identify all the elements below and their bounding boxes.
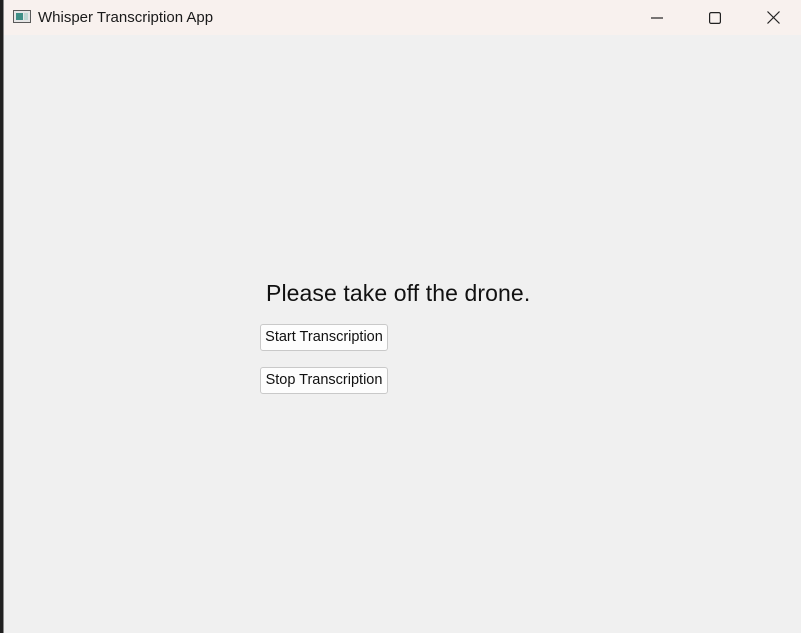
window-title: Whisper Transcription App bbox=[38, 9, 214, 26]
minimize-icon bbox=[651, 12, 663, 24]
start-transcription-button[interactable]: Start Transcription bbox=[260, 324, 388, 351]
app-window: Whisper Transcription App Please take of… bbox=[3, 0, 801, 633]
stop-transcription-button[interactable]: Stop Transcription bbox=[260, 367, 388, 394]
app-window-icon bbox=[13, 10, 31, 23]
close-button[interactable] bbox=[744, 0, 801, 35]
maximize-button[interactable] bbox=[686, 0, 744, 35]
minimize-button[interactable] bbox=[628, 0, 686, 35]
title-bar[interactable]: Whisper Transcription App bbox=[4, 0, 801, 35]
close-icon bbox=[766, 11, 780, 24]
main-content: Please take off the drone. Start Transcr… bbox=[4, 35, 801, 633]
maximize-icon bbox=[709, 11, 721, 24]
prompt-label: Please take off the drone. bbox=[266, 280, 531, 306]
